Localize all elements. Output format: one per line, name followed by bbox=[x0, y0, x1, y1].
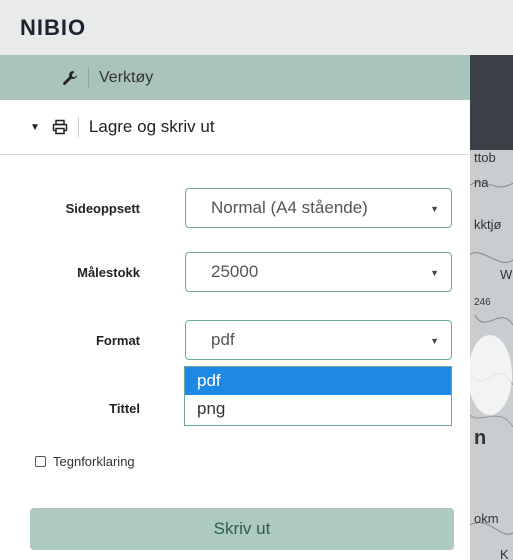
scale-value: 25000 bbox=[211, 262, 259, 281]
chevron-down-icon: ▼ bbox=[430, 204, 439, 214]
map-label: K bbox=[500, 547, 509, 560]
scale-label: Målestokk bbox=[77, 264, 140, 280]
layout-select[interactable]: Normal (A4 stående) ▼ bbox=[185, 188, 452, 228]
tool-panel: Verktøy ▼ Lagre og skriv ut bbox=[0, 55, 470, 560]
map-label: n bbox=[474, 427, 487, 449]
print-button-label: Skriv ut bbox=[213, 519, 271, 538]
legend-label: Tegnforklaring bbox=[53, 454, 135, 469]
map-label: kktjø bbox=[474, 217, 502, 232]
chevron-down-icon: ▼ bbox=[430, 336, 439, 346]
map-label: na bbox=[474, 175, 489, 190]
chevron-down-icon: ▼ bbox=[430, 268, 439, 278]
format-dropdown-list[interactable]: pdf png bbox=[184, 366, 452, 426]
app-header: NIBIO bbox=[0, 0, 513, 55]
section-title: Lagre og skriv ut bbox=[88, 117, 215, 136]
format-label: Format bbox=[95, 332, 140, 348]
printer-icon bbox=[52, 119, 68, 135]
map-label: ttob bbox=[474, 150, 496, 165]
nibio-logo: NIBIO bbox=[20, 14, 87, 40]
wrench-icon bbox=[63, 70, 77, 85]
tools-bar[interactable]: Verktøy bbox=[0, 55, 470, 100]
legend-toggle[interactable]: Tegnforklaring bbox=[35, 454, 135, 469]
scale-select[interactable]: 25000 ▼ bbox=[185, 252, 452, 292]
title-label: Tittel bbox=[109, 400, 140, 416]
format-option-png[interactable]: png bbox=[185, 395, 451, 423]
separator bbox=[77, 117, 79, 137]
legend-checkbox[interactable] bbox=[35, 456, 46, 467]
format-select[interactable]: pdf ▼ bbox=[185, 320, 452, 360]
layout-label: Sideoppsett bbox=[65, 200, 140, 216]
format-option-pdf[interactable]: pdf bbox=[185, 367, 451, 395]
map-label: okm bbox=[474, 511, 499, 526]
print-button[interactable]: Skriv ut bbox=[30, 508, 454, 550]
tools-label: Verktøy bbox=[99, 68, 154, 86]
map-label: W bbox=[500, 267, 513, 282]
print-section-header[interactable]: ▼ Lagre og skriv ut bbox=[0, 100, 470, 155]
map-label: 246 bbox=[474, 297, 491, 308]
separator bbox=[88, 67, 89, 88]
map-view[interactable]: ttob na kktjø W 246 n okm K bbox=[470, 55, 513, 560]
format-value: pdf bbox=[211, 330, 235, 349]
caret-down-icon[interactable]: ▼ bbox=[30, 122, 40, 133]
layout-value: Normal (A4 stående) bbox=[211, 198, 368, 217]
